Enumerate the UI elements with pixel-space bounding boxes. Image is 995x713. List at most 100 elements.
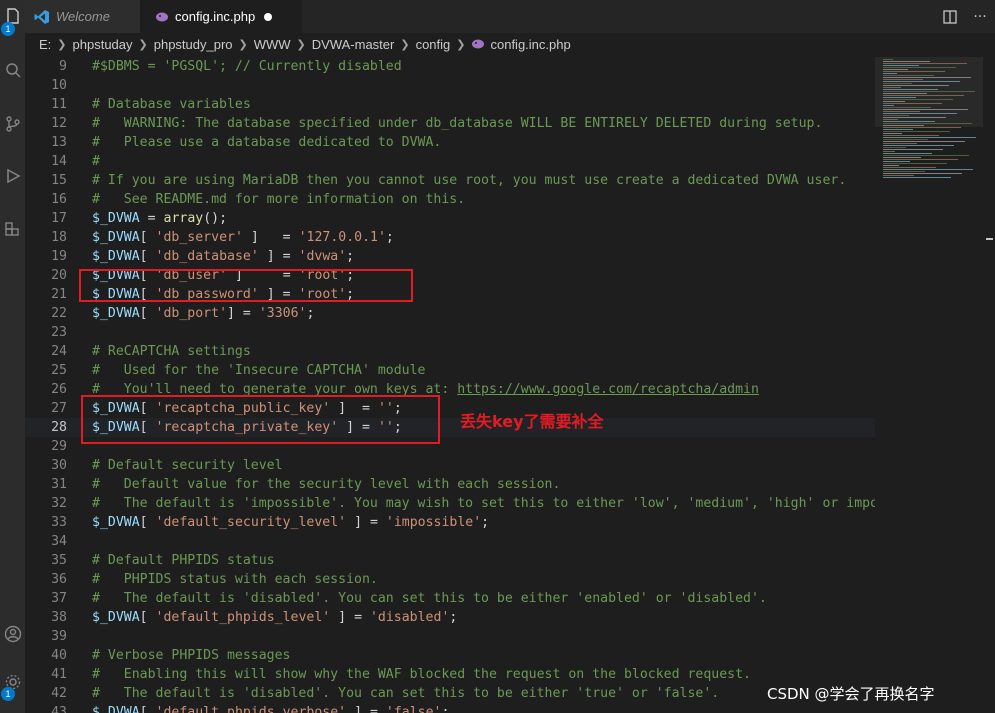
code-line[interactable]: 12 # WARNING: The database specified unde… bbox=[25, 114, 875, 133]
code-line[interactable]: 34 bbox=[25, 532, 875, 551]
minimap-line bbox=[883, 161, 910, 162]
account-icon[interactable] bbox=[0, 622, 25, 646]
tab-config-inc-php[interactable]: config.inc.php bbox=[140, 0, 302, 33]
vertical-scrollbar[interactable] bbox=[983, 57, 995, 713]
line-number: 23 bbox=[51, 325, 67, 340]
breadcrumb-item[interactable]: WWW bbox=[254, 37, 291, 52]
breadcrumb-item[interactable]: E: bbox=[39, 37, 51, 52]
line-number: 35 bbox=[51, 553, 67, 568]
code-text: # Default value for the security level w… bbox=[92, 477, 561, 492]
line-number: 14 bbox=[51, 154, 67, 169]
minimap-line bbox=[883, 141, 965, 142]
source-control-icon[interactable] bbox=[0, 112, 25, 136]
code-line[interactable]: 39 bbox=[25, 627, 875, 646]
breadcrumb-item[interactable]: phpstuday bbox=[73, 37, 133, 52]
code-line[interactable]: 14 # bbox=[25, 152, 875, 171]
code-line[interactable]: 22 $_DVWA[ 'db_port'] = '3306'; bbox=[25, 304, 875, 323]
code-line[interactable]: 9 #$DBMS = 'PGSQL'; // Currently disabled bbox=[25, 57, 875, 76]
line-number: 31 bbox=[51, 477, 67, 492]
code-line[interactable]: 31 # Default value for the security level… bbox=[25, 475, 875, 494]
minimap-line bbox=[883, 159, 958, 160]
code-text: # Enabling this will show why the WAF bl… bbox=[92, 667, 751, 682]
code-line[interactable]: 10 bbox=[25, 76, 875, 95]
tab-welcome-label: Welcome bbox=[56, 9, 110, 24]
line-number: 40 bbox=[51, 648, 67, 663]
breadcrumb-item[interactable]: phpstudy_pro bbox=[154, 37, 233, 52]
line-number: 28 bbox=[51, 420, 67, 435]
code-line[interactable]: 41 # Enabling this will show why the WAF … bbox=[25, 665, 875, 684]
minimap-line bbox=[883, 167, 936, 168]
code-text: $_DVWA = array(); bbox=[92, 211, 228, 226]
line-number: 29 bbox=[51, 439, 67, 454]
code-editor[interactable]: 9 #$DBMS = 'PGSQL'; // Currently disabled… bbox=[25, 57, 875, 713]
code-line[interactable]: 42 # The default is 'disabled'. You can s… bbox=[25, 684, 875, 703]
code-line[interactable]: 15 # If you are using MariaDB then you ca… bbox=[25, 171, 875, 190]
code-line[interactable]: 23 bbox=[25, 323, 875, 342]
code-line[interactable]: 35 # Default PHPIDS status bbox=[25, 551, 875, 570]
minimap-line bbox=[883, 147, 906, 148]
minimap-viewport[interactable] bbox=[875, 57, 983, 127]
minimap-line bbox=[883, 151, 895, 152]
line-number: 15 bbox=[51, 173, 67, 188]
line-number: 20 bbox=[51, 268, 67, 283]
code-line[interactable]: 18 $_DVWA[ 'db_server' ] = '127.0.0.1'; bbox=[25, 228, 875, 247]
php-file-icon bbox=[155, 11, 169, 23]
code-text: # See README.md for more information on … bbox=[92, 192, 466, 207]
code-line[interactable]: 19 $_DVWA[ 'db_database' ] = 'dvwa'; bbox=[25, 247, 875, 266]
minimap[interactable] bbox=[875, 57, 983, 713]
line-number: 24 bbox=[51, 344, 67, 359]
extensions-icon[interactable] bbox=[0, 218, 25, 242]
line-number: 36 bbox=[51, 572, 67, 587]
code-line[interactable]: 33 $_DVWA[ 'default_security_level' ] = '… bbox=[25, 513, 875, 532]
code-text: $_DVWA[ 'db_database' ] = 'dvwa'; bbox=[92, 249, 355, 264]
breadcrumb-item[interactable]: config.inc.php bbox=[490, 37, 570, 52]
code-line[interactable]: 30 # Default security level bbox=[25, 456, 875, 475]
line-number: 39 bbox=[51, 629, 67, 644]
code-line[interactable]: 43 $_DVWA[ 'default_phpids_verbose' ] = '… bbox=[25, 703, 875, 713]
run-debug-icon[interactable] bbox=[0, 164, 25, 188]
minimap-line bbox=[883, 175, 914, 176]
unsaved-dot-icon[interactable] bbox=[264, 12, 273, 21]
code-line[interactable]: 36 # PHPIDS status with each session. bbox=[25, 570, 875, 589]
more-actions-icon[interactable]: ··· bbox=[965, 9, 995, 25]
line-number: 12 bbox=[51, 116, 67, 131]
split-editor-icon[interactable] bbox=[935, 9, 965, 24]
code-line[interactable]: 32 # The default is 'impossible'. You may… bbox=[25, 494, 875, 513]
minimap-line bbox=[883, 171, 925, 172]
code-line[interactable]: 37 # The default is 'disabled'. You can s… bbox=[25, 589, 875, 608]
code-line[interactable]: 38 $_DVWA[ 'default_phpids_level' ] = 'di… bbox=[25, 608, 875, 627]
code-text: # Please use a database dedicated to DVW… bbox=[92, 135, 442, 150]
minimap-line bbox=[883, 155, 969, 156]
code-line[interactable]: 25 # Used for the 'Insecure CAPTCHA' modu… bbox=[25, 361, 875, 380]
code-line[interactable]: 24 # ReCAPTCHA settings bbox=[25, 342, 875, 361]
breadcrumb-item[interactable]: DVWA-master bbox=[312, 37, 395, 52]
code-text: $_DVWA[ 'db_port'] = '3306'; bbox=[92, 306, 315, 321]
minimap-line bbox=[883, 177, 951, 178]
line-number: 18 bbox=[51, 230, 67, 245]
php-file-icon bbox=[471, 38, 485, 50]
breadcrumb-item[interactable]: config bbox=[416, 37, 451, 52]
line-number: 25 bbox=[51, 363, 67, 378]
minimap-line bbox=[883, 149, 943, 150]
minimap-line bbox=[883, 157, 921, 158]
code-text: # PHPIDS status with each session. bbox=[92, 572, 378, 587]
minimap-line bbox=[883, 127, 961, 128]
code-line[interactable]: 13 # Please use a database dedicated to D… bbox=[25, 133, 875, 152]
code-text: # Verbose PHPIDS messages bbox=[92, 648, 291, 663]
chevron-right-icon: ❯ bbox=[456, 37, 466, 51]
line-number: 10 bbox=[51, 78, 67, 93]
line-number: 30 bbox=[51, 458, 67, 473]
line-number: 42 bbox=[51, 686, 67, 701]
code-line[interactable]: 40 # Verbose PHPIDS messages bbox=[25, 646, 875, 665]
code-text: # The default is 'disabled'. You can set… bbox=[92, 591, 767, 606]
line-number: 13 bbox=[51, 135, 67, 150]
recaptcha-keys-highlight bbox=[81, 395, 440, 444]
code-line[interactable]: 17 $_DVWA = array(); bbox=[25, 209, 875, 228]
code-line[interactable]: 11 # Database variables bbox=[25, 95, 875, 114]
annotation-note: 丢失key了需要补全 bbox=[460, 412, 604, 431]
code-line[interactable]: 16 # See README.md for more information o… bbox=[25, 190, 875, 209]
search-icon[interactable] bbox=[0, 58, 25, 82]
tab-welcome[interactable]: Welcome bbox=[25, 0, 140, 33]
minimap-line bbox=[883, 143, 917, 144]
code-text: # The default is 'disabled'. You can set… bbox=[92, 686, 720, 701]
